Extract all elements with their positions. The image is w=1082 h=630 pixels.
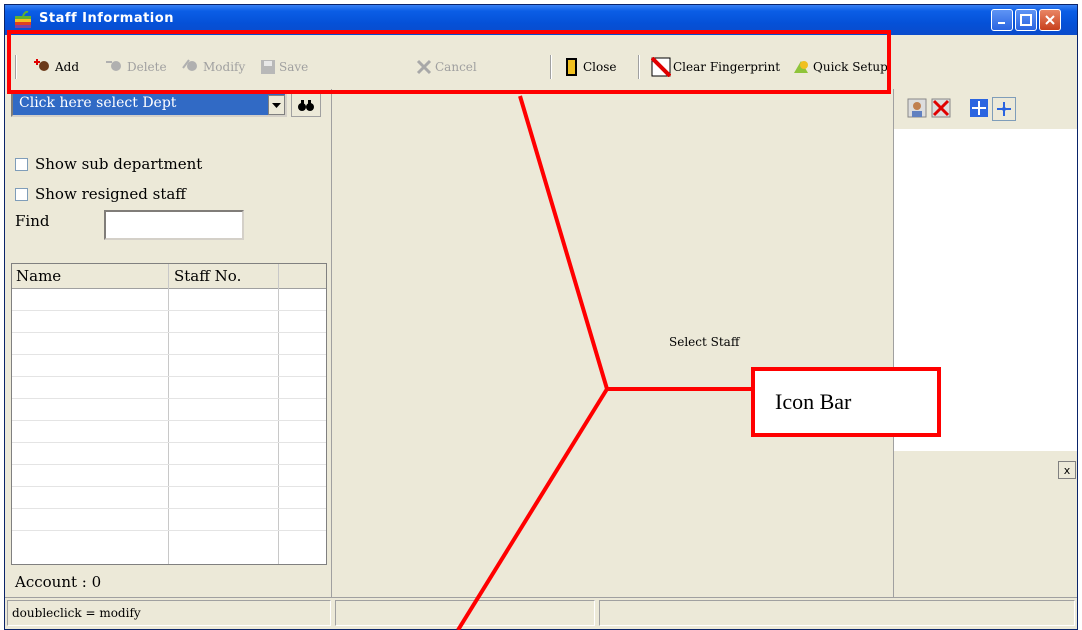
- delete-photo-button[interactable]: [930, 97, 952, 119]
- table-row: [12, 530, 326, 531]
- status-cell-3: [599, 600, 1075, 626]
- left-panel: Click here select Dept Show sub departme…: [5, 89, 332, 597]
- show-sub-department-label: Show sub department: [35, 155, 203, 173]
- column-header-staff-no[interactable]: Staff No.: [174, 267, 241, 285]
- table-row: [12, 310, 326, 311]
- maximize-button[interactable]: [1015, 9, 1037, 31]
- move-arrows-icon: [970, 99, 988, 117]
- select-staff-placeholder: Select Staff: [669, 335, 740, 349]
- icon-bar-highlight: [7, 30, 891, 94]
- table-row: [12, 354, 326, 355]
- window-title: Staff Information: [39, 11, 174, 26]
- find-binoculars-button[interactable]: [291, 93, 321, 117]
- status-bar: doubleclick = modify: [5, 597, 1077, 629]
- account-count: Account : 0: [15, 573, 102, 591]
- status-hint: doubleclick = modify: [7, 600, 331, 626]
- column-header-name[interactable]: Name: [16, 267, 61, 285]
- checkbox-box[interactable]: [15, 187, 28, 201]
- show-resigned-staff-label: Show resigned staff: [35, 185, 186, 203]
- show-resigned-staff-checkbox[interactable]: Show resigned staff: [15, 185, 186, 203]
- move-arrows-icon: [997, 102, 1011, 116]
- table-row: [12, 398, 326, 399]
- department-select[interactable]: Click here select Dept: [11, 91, 287, 117]
- column-divider: [168, 264, 169, 564]
- department-dropdown-arrow[interactable]: [268, 95, 285, 115]
- minimize-button[interactable]: [991, 9, 1013, 31]
- find-label: Find: [15, 212, 50, 230]
- table-row: [12, 508, 326, 509]
- maximize-icon: [1020, 14, 1032, 26]
- close-window-button[interactable]: [1039, 9, 1061, 31]
- staff-list[interactable]: Name Staff No.: [11, 263, 327, 565]
- table-row: [12, 332, 326, 333]
- staff-information-window: Staff Information Add Delete Modify Save: [4, 4, 1078, 630]
- minimize-icon: [998, 22, 1005, 24]
- binoculars-icon: [298, 100, 314, 111]
- table-row: [12, 420, 326, 421]
- table-row: [12, 464, 326, 465]
- right-panel: x: [893, 89, 1077, 597]
- table-row: [12, 486, 326, 487]
- icon-bar-callout: Icon Bar: [751, 367, 941, 437]
- fit-view-button[interactable]: [992, 97, 1016, 121]
- delete-photo-icon: [931, 98, 951, 118]
- close-icon: [1045, 15, 1055, 25]
- expand-view-button[interactable]: [968, 97, 990, 119]
- checkbox-box[interactable]: [15, 157, 28, 171]
- show-sub-department-checkbox[interactable]: Show sub department: [15, 155, 202, 173]
- staff-photo-button[interactable]: [906, 97, 928, 119]
- person-photo-icon: [907, 98, 927, 118]
- app-apple-icon: [15, 10, 31, 28]
- column-divider: [278, 264, 279, 564]
- table-row: [12, 376, 326, 377]
- chevron-down-icon: [272, 103, 281, 108]
- status-cell-2: [335, 600, 595, 626]
- close-photo-button[interactable]: x: [1058, 461, 1076, 479]
- find-input[interactable]: [104, 210, 244, 240]
- table-row: [12, 442, 326, 443]
